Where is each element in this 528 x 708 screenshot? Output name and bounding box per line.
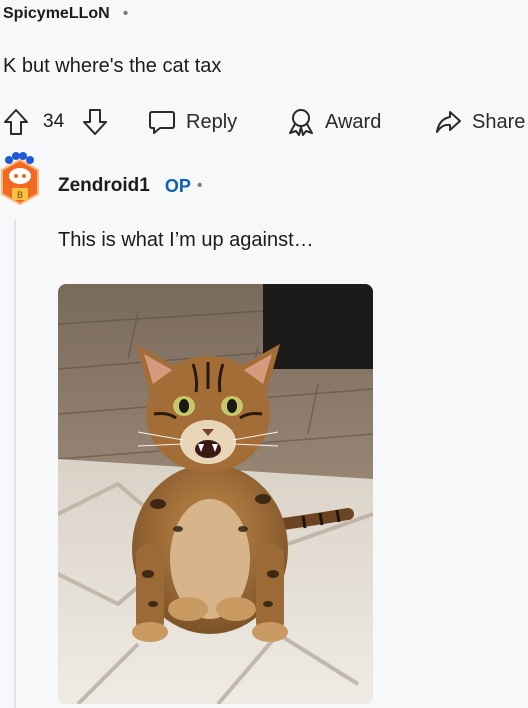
share-arrow-icon: [436, 111, 461, 133]
reply-button[interactable]: Reply: [148, 106, 237, 138]
share-button[interactable]: Share: [434, 106, 525, 138]
thread-line[interactable]: [14, 220, 16, 708]
avatar[interactable]: B: [0, 150, 40, 212]
award-button[interactable]: Award: [287, 106, 381, 138]
comment-action-bar: 34 Reply Award Share: [0, 106, 528, 138]
upvote-button[interactable]: [3, 106, 29, 138]
cat-photo[interactable]: [58, 284, 373, 704]
separator-dot: •: [196, 177, 203, 194]
downvote-button[interactable]: [82, 106, 108, 138]
vote-count: 34: [43, 111, 65, 132]
arrow-up-icon: [4, 109, 28, 135]
arrow-down-icon: [83, 109, 107, 135]
comment-header: SpicymeLLoN •: [3, 2, 128, 26]
reply-header: Zendroid1 OP •: [58, 174, 202, 198]
svg-text:B: B: [17, 191, 23, 201]
reply-body: This is what I’m up against…: [58, 229, 314, 251]
ribbon-award-icon: [289, 109, 313, 136]
comment-author[interactable]: SpicymeLLoN: [3, 5, 110, 23]
reply-label: Reply: [186, 110, 238, 133]
award-label: Award: [325, 110, 382, 133]
comment-body: K but where's the cat tax: [3, 55, 222, 77]
reply-author[interactable]: Zendroid1: [58, 175, 150, 197]
speech-bubble-icon: [149, 111, 175, 134]
share-label: Share: [472, 110, 526, 133]
op-badge: OP: [164, 175, 191, 196]
separator-dot: •: [122, 5, 129, 22]
